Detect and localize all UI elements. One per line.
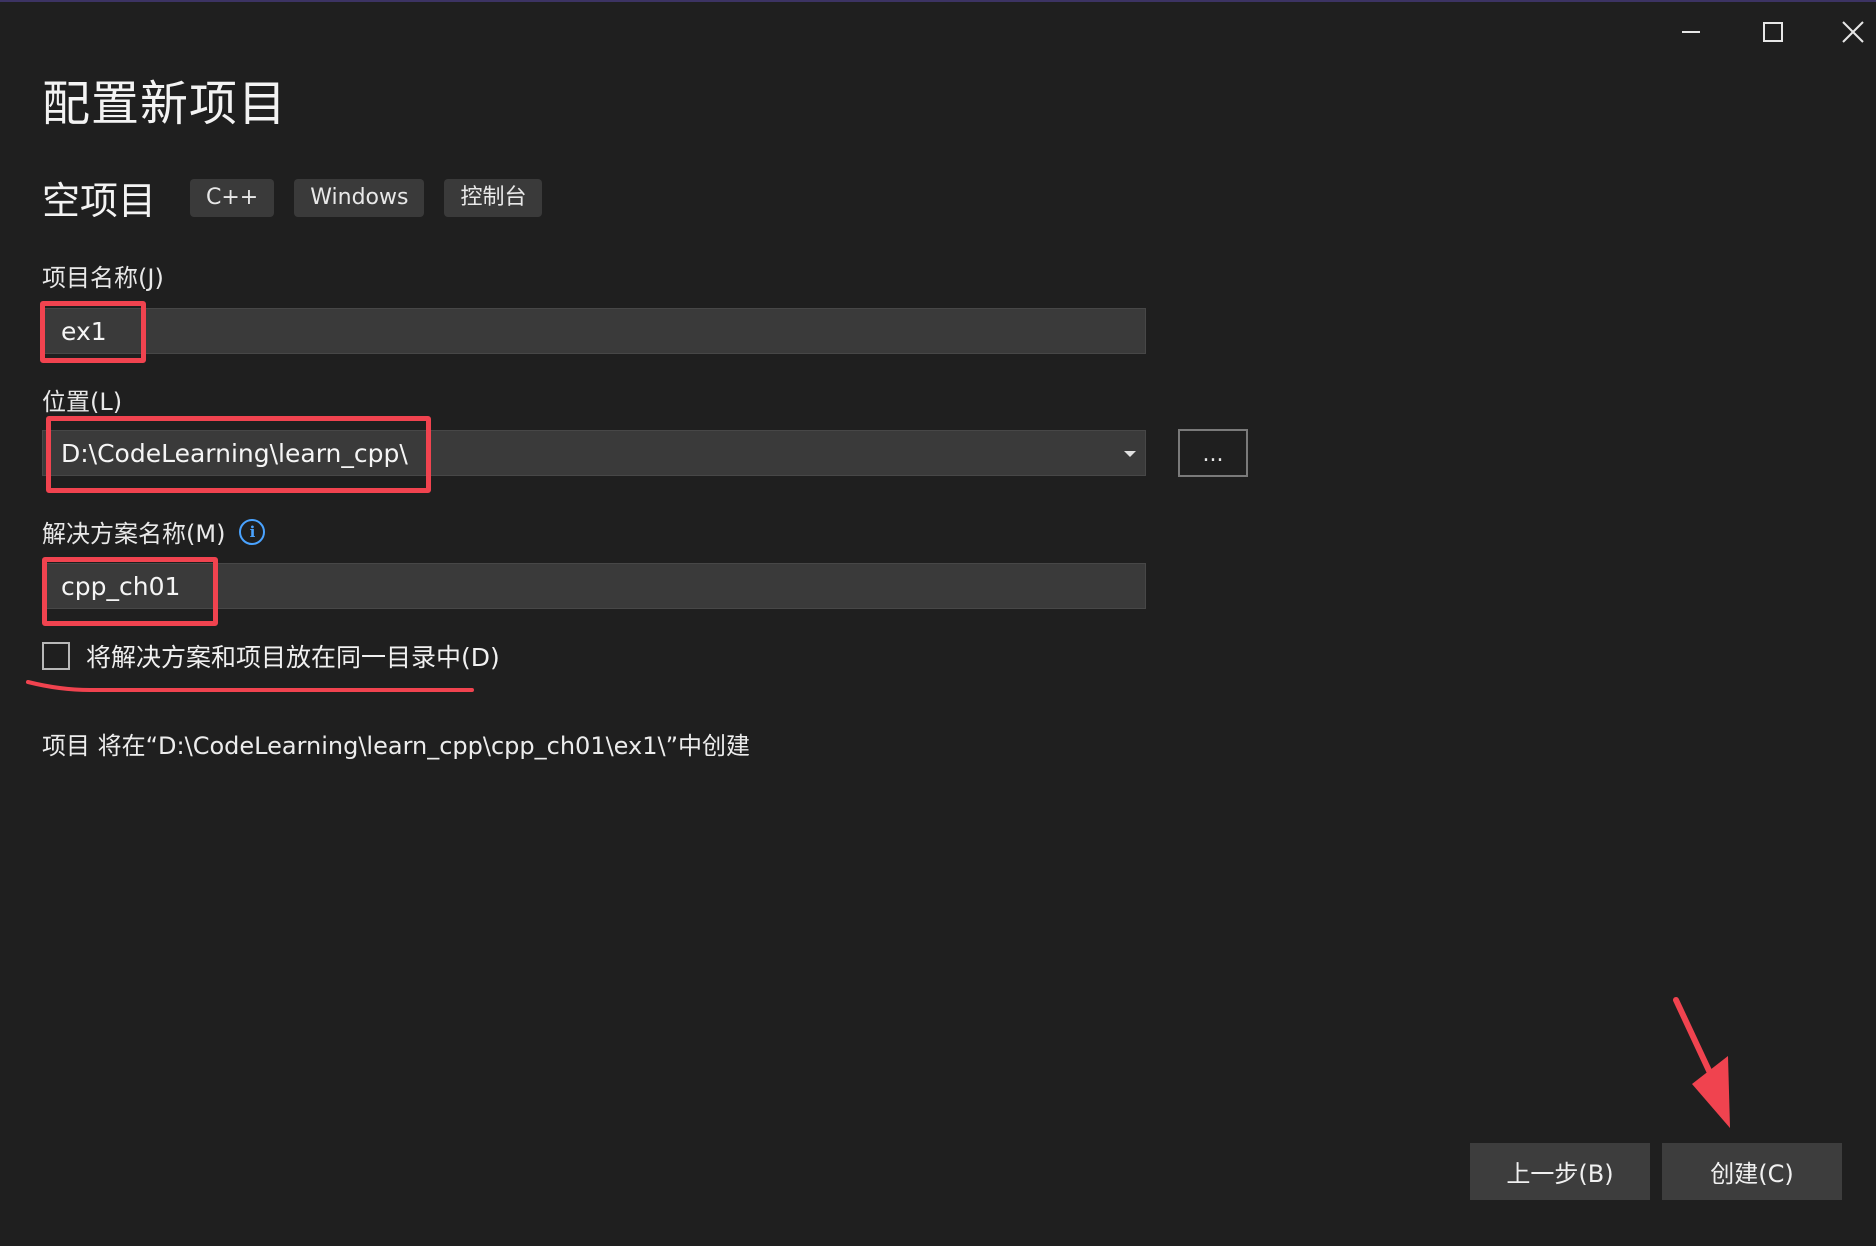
- same-directory-option[interactable]: 将解决方案和项目放在同一目录中(D): [42, 638, 500, 674]
- creation-path-summary: 项目 将在“D:\CodeLearning\learn_cpp\cpp_ch01…: [42, 732, 751, 760]
- tag-language: C++: [190, 178, 275, 217]
- browse-button[interactable]: ...: [1178, 429, 1248, 477]
- back-button[interactable]: 上一步(B): [1470, 1143, 1650, 1200]
- minimize-button[interactable]: [1662, 12, 1720, 52]
- solution-name-input[interactable]: [42, 563, 1146, 609]
- template-name: 空项目: [42, 179, 157, 223]
- info-icon[interactable]: i: [239, 518, 266, 545]
- arrow-down-icon: [1692, 1056, 1730, 1128]
- page-title: 配置新项目: [42, 76, 288, 132]
- location-label: 位置(L): [42, 388, 123, 416]
- same-directory-label: 将解决方案和项目放在同一目录中(D): [86, 643, 500, 672]
- close-button[interactable]: [1824, 12, 1876, 52]
- create-button[interactable]: 创建(C): [1662, 1143, 1842, 1200]
- same-directory-checkbox[interactable]: [42, 642, 70, 670]
- tag-platform: Windows: [294, 178, 425, 217]
- template-header: 空项目 C++ Windows 控制台: [42, 170, 562, 225]
- close-icon: [1842, 21, 1864, 43]
- project-name-label: 项目名称(J): [42, 264, 164, 292]
- maximize-button[interactable]: [1744, 12, 1802, 52]
- tag-project-type: 控制台: [444, 178, 543, 217]
- solution-name-label: 解决方案名称(M): [42, 520, 226, 548]
- project-name-input[interactable]: [42, 308, 1146, 354]
- maximize-icon: [1763, 22, 1783, 42]
- minimize-icon: [1682, 31, 1700, 33]
- annotation-arrow-shaft: [1673, 997, 1721, 1093]
- location-combobox[interactable]: [42, 430, 1146, 476]
- chevron-down-icon[interactable]: [1124, 451, 1136, 457]
- solution-name-label-row: 解决方案名称(M) i: [42, 514, 266, 549]
- configure-project-window: 配置新项目 空项目 C++ Windows 控制台 项目名称(J) 位置(L) …: [0, 0, 1876, 1246]
- annotation-underline: [26, 680, 474, 692]
